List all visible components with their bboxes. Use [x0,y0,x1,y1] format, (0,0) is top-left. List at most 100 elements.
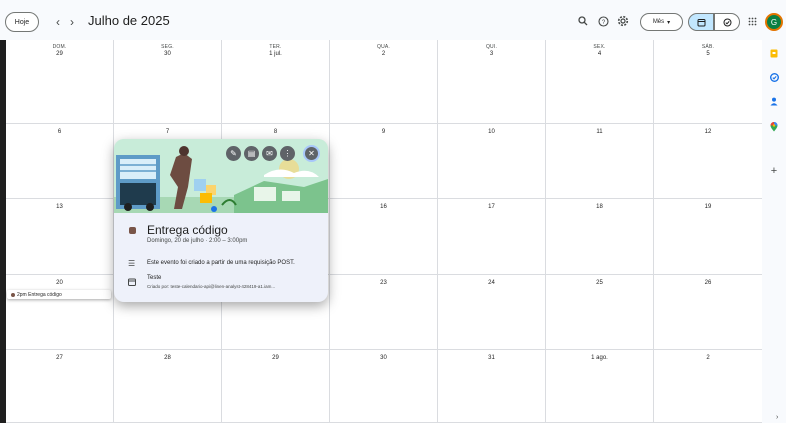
month-title: Julho de 2025 [88,13,170,28]
side-panel: + [762,40,786,423]
edit-icon[interactable]: ✎ [226,146,241,161]
day-cell[interactable]: 30 [330,350,438,423]
day-number[interactable]: 6 [6,129,113,135]
keep-icon[interactable] [769,48,779,58]
email-icon[interactable]: ✉ [262,146,277,161]
settings-icon[interactable] [616,14,630,28]
day-cell[interactable]: TER. 1 jul. [222,40,330,124]
day-number[interactable]: 25 [546,280,653,286]
day-number[interactable]: 29 [6,51,113,57]
day-cell[interactable]: 28 [114,350,222,423]
day-cell[interactable]: 31 [438,350,546,423]
day-cell[interactable]: 25 [546,275,654,350]
calendar-icon [697,18,705,26]
chevron-right-icon[interactable]: › [66,14,78,30]
day-cell[interactable]: 23 [330,275,438,350]
day-cell[interactable]: 1 ago. [546,350,654,423]
day-cell[interactable]: 29 [222,350,330,423]
weekday-label: SÁB. [701,44,715,50]
event-calendar-name: Teste [147,275,162,281]
event-description: Este evento foi criado a partir de uma r… [147,260,295,266]
day-number[interactable]: 23 [330,280,437,286]
view-select[interactable]: Mês ▾ [640,13,683,31]
day-cell[interactable]: 9 [330,124,438,199]
day-cell[interactable]: 19 [654,199,762,275]
day-number[interactable]: 1 ago. [546,355,653,361]
day-number[interactable]: 7 [114,129,221,135]
day-cell[interactable]: 26 [654,275,762,350]
dropdown-icon: ▾ [667,19,671,26]
day-number[interactable]: 19 [654,204,762,210]
chevron-left-icon[interactable]: ‹ [52,14,64,30]
day-number[interactable]: 12 [654,129,762,135]
calendar-view-toggle[interactable] [688,13,714,31]
day-number[interactable]: 11 [546,129,653,135]
day-number[interactable]: 31 [438,355,545,361]
day-cell[interactable]: 27 [6,350,114,423]
view-select-label: Mês [652,19,665,25]
weekday-label: QUA. [376,44,391,50]
day-number[interactable]: 16 [330,204,437,210]
avatar[interactable]: G [765,13,783,31]
day-number[interactable]: 3 [438,51,545,57]
chevron-right-icon[interactable]: › [776,414,778,421]
weekday-label: SEX. [593,44,606,50]
day-number[interactable]: 2 [330,51,437,57]
day-number[interactable]: 26 [654,280,762,286]
day-number[interactable]: 20 [6,280,113,286]
delete-icon[interactable]: ▤ [244,146,259,161]
day-number[interactable]: 29 [222,355,329,361]
day-number[interactable]: 1 jul. [222,51,329,57]
event-creator: Criado por: teste-calendario-api@linen-a… [147,284,276,289]
day-number[interactable]: 10 [438,129,545,135]
day-number[interactable]: 24 [438,280,545,286]
day-cell[interactable]: SEG. 30 [114,40,222,124]
day-cell[interactable]: 16 [330,199,438,275]
day-number[interactable]: 4 [546,51,653,57]
day-number[interactable]: 8 [222,129,329,135]
add-icon[interactable]: + [769,165,779,177]
day-number[interactable]: 27 [6,355,113,361]
search-icon[interactable] [576,14,590,28]
day-number[interactable]: 5 [654,51,762,57]
day-cell[interactable]: 13 [6,199,114,275]
day-number[interactable]: 9 [330,129,437,135]
event-title: Entrega código [147,223,228,237]
tasks-view-toggle[interactable] [714,13,740,31]
event-illustration [114,139,328,213]
day-cell[interactable]: 20 [6,275,114,350]
day-number[interactable]: 2 [654,355,762,361]
weekday-label: TER. [269,44,282,50]
day-cell[interactable]: 17 [438,199,546,275]
more-options-icon[interactable]: ⋮ [280,146,295,161]
event-chip[interactable]: 2pm Entrega código [7,290,111,299]
close-icon[interactable]: ✕ [303,145,320,162]
day-cell[interactable]: SEX. 4 [546,40,654,124]
help-icon[interactable]: ? [596,14,610,28]
day-number[interactable]: 17 [438,204,545,210]
day-cell[interactable]: QUA. 2 [330,40,438,124]
today-button[interactable]: Hoje [5,12,39,32]
day-cell[interactable]: 11 [546,124,654,199]
contacts-icon[interactable] [769,96,779,106]
day-number[interactable]: 28 [114,355,221,361]
day-cell[interactable]: 2 [654,350,762,423]
day-cell[interactable]: 6 [6,124,114,199]
event-chip-label: 2pm Entrega código [17,291,62,298]
tasks-icon[interactable] [769,72,779,82]
day-cell[interactable]: QUI. 3 [438,40,546,124]
day-number[interactable]: 13 [6,204,113,210]
day-cell[interactable]: 24 [438,275,546,350]
day-cell[interactable]: 18 [546,199,654,275]
event-details-popup: ✎ ▤ ✉ ⋮ ✕ Entrega código Domingo, 20 de … [114,139,328,302]
apps-grid-icon[interactable] [745,14,759,28]
day-number[interactable]: 18 [546,204,653,210]
maps-icon[interactable] [769,122,779,132]
weekday-label: QUI. [485,44,498,50]
day-cell[interactable]: 12 [654,124,762,199]
day-cell[interactable]: SÁB. 5 [654,40,762,124]
day-cell[interactable]: 10 [438,124,546,199]
day-number[interactable]: 30 [330,355,437,361]
day-number[interactable]: 30 [114,51,221,57]
day-cell[interactable]: DOM. 29 [6,40,114,124]
